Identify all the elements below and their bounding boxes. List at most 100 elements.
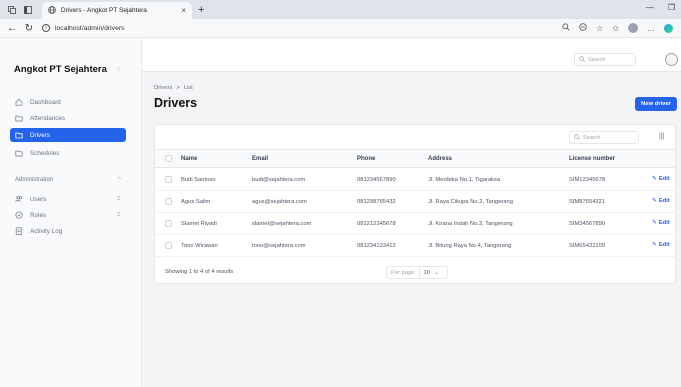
url-text: localhost/admin/drivers bbox=[55, 24, 125, 32]
column-toggle-icon[interactable]: ||| bbox=[659, 133, 664, 140]
sidebar-item-label: Dashboard bbox=[30, 98, 61, 106]
global-search-input[interactable]: Search bbox=[574, 53, 636, 66]
edit-link[interactable]: ✎ Edit bbox=[652, 176, 670, 182]
search-icon bbox=[579, 55, 585, 64]
column-header-license[interactable]: License number bbox=[569, 156, 615, 162]
edit-label: Edit bbox=[658, 242, 670, 248]
cell-license: SIM12345678 bbox=[569, 177, 606, 183]
sidebar-item-label: Roles bbox=[30, 211, 47, 219]
minimize-icon[interactable]: — bbox=[646, 3, 654, 12]
tab-actions-icon[interactable] bbox=[24, 5, 32, 14]
sidebar-collapse-icon[interactable]: ‹ bbox=[117, 63, 120, 73]
sidebar-item-schedules[interactable]: Schedules bbox=[10, 146, 126, 160]
favorites-icon[interactable]: ✩ bbox=[612, 24, 619, 33]
edit-link[interactable]: ✎ Edit bbox=[652, 198, 670, 204]
count-badge: 2 bbox=[116, 212, 120, 218]
back-arrow-icon[interactable]: ← bbox=[7, 23, 17, 34]
sidebar-item-activity-log[interactable]: Activity Log bbox=[10, 224, 126, 238]
cell-phone: 081212345678 bbox=[357, 221, 396, 227]
search-placeholder: Search bbox=[583, 134, 601, 141]
site-info-icon[interactable]: i bbox=[42, 24, 50, 32]
table-row[interactable]: Agus Salim agus@sejahtera.com 0812987654… bbox=[155, 191, 675, 213]
cell-name: Budi Santoso bbox=[181, 177, 216, 183]
cell-name: Agus Salim bbox=[181, 199, 211, 205]
sidebar-item-label: Drivers bbox=[30, 131, 50, 139]
row-checkbox[interactable] bbox=[165, 198, 172, 205]
new-driver-button[interactable]: New driver bbox=[635, 97, 677, 111]
edit-link[interactable]: ✎ Edit bbox=[652, 220, 670, 226]
window-controls: — ❐ bbox=[646, 3, 675, 12]
user-avatar[interactable] bbox=[665, 53, 678, 66]
breadcrumb-item-drivers[interactable]: Drivers bbox=[154, 85, 172, 91]
per-page-value: 10 bbox=[423, 269, 430, 276]
edit-icon: ✎ bbox=[652, 176, 657, 182]
zoom-icon[interactable] bbox=[562, 23, 570, 33]
cell-license: SIM65432109 bbox=[569, 243, 606, 249]
sidebar-item-roles[interactable]: Roles 2 bbox=[10, 208, 126, 222]
globe-icon bbox=[48, 5, 56, 16]
shield-icon bbox=[15, 211, 23, 219]
sidebar-item-attendances[interactable]: Attendances bbox=[10, 111, 126, 125]
browser-profile-icon[interactable] bbox=[628, 23, 638, 33]
sidebar-item-users[interactable]: Users 2 bbox=[10, 192, 126, 206]
more-icon[interactable]: … bbox=[647, 24, 655, 33]
select-all-checkbox[interactable] bbox=[165, 155, 172, 162]
folder-icon bbox=[15, 131, 23, 139]
sidebar-item-dashboard[interactable]: Dashboard bbox=[10, 95, 126, 109]
breadcrumb-separator: > bbox=[176, 85, 180, 91]
cell-email: agus@sejahtera.com bbox=[252, 199, 307, 205]
cell-phone: 081234123412 bbox=[357, 243, 396, 249]
row-checkbox[interactable] bbox=[165, 242, 172, 249]
table-header: Name Email Phone Address License number bbox=[155, 149, 675, 168]
log-icon bbox=[15, 227, 23, 235]
edit-icon: ✎ bbox=[652, 198, 657, 204]
maximize-icon[interactable]: ❐ bbox=[668, 3, 675, 12]
chevron-up-icon[interactable]: ^ bbox=[118, 177, 121, 183]
table-row[interactable]: Tono Wirawan tono@sejahtera.com 08123412… bbox=[155, 235, 675, 257]
sidebar-group-administration[interactable]: Administration bbox=[15, 177, 53, 183]
tab-close-icon[interactable]: × bbox=[181, 6, 186, 15]
cell-email: tono@sejahtera.com bbox=[252, 243, 306, 249]
column-header-name[interactable]: Name bbox=[181, 156, 197, 162]
read-aloud-icon[interactable] bbox=[579, 23, 587, 33]
row-checkbox[interactable] bbox=[165, 176, 172, 183]
sidebar-item-drivers[interactable]: Drivers bbox=[10, 128, 126, 142]
table-search-input[interactable]: Search bbox=[569, 131, 639, 144]
column-header-email[interactable]: Email bbox=[252, 156, 268, 162]
chevron-down-icon: ⌄ bbox=[433, 269, 439, 276]
cell-address: Jl. Kirana Indah No.3, Tangerang bbox=[428, 221, 513, 227]
cell-license: SIM87654321 bbox=[569, 199, 606, 205]
browser-toolbar: ☆ ✩ … bbox=[562, 23, 673, 33]
column-header-phone[interactable]: Phone bbox=[357, 156, 375, 162]
browser-tab-bar: Drivers - Angkot PT Sejahtera × + — ❐ bbox=[0, 0, 681, 19]
edit-link[interactable]: ✎ Edit bbox=[652, 242, 670, 248]
edit-label: Edit bbox=[658, 220, 670, 226]
row-checkbox[interactable] bbox=[165, 220, 172, 227]
sidebar-item-label: Schedules bbox=[30, 149, 60, 157]
app-topbar: Search bbox=[142, 38, 681, 72]
favorite-star-icon[interactable]: ☆ bbox=[596, 24, 603, 33]
edit-icon: ✎ bbox=[652, 220, 657, 226]
reload-icon[interactable]: ↻ bbox=[24, 23, 34, 34]
table-row[interactable]: Slamet Riyadi slamet@sejahtera.com 08121… bbox=[155, 213, 675, 235]
drivers-table-card: Search ||| Name Email Phone Address Lice… bbox=[154, 124, 676, 284]
tab-title: Drivers - Angkot PT Sejahtera bbox=[61, 7, 147, 14]
table-row[interactable]: Budi Santoso budi@sejahtera.com 08123456… bbox=[155, 169, 675, 191]
url-field[interactable]: i localhost/admin/drivers bbox=[42, 24, 125, 32]
copilot-icon[interactable] bbox=[664, 23, 673, 33]
new-tab-button[interactable]: + bbox=[198, 4, 204, 16]
per-page-select[interactable]: Per page 10 ⌄ bbox=[386, 266, 448, 279]
browser-tab-active[interactable]: Drivers - Angkot PT Sejahtera × bbox=[42, 2, 192, 19]
workspaces-icon[interactable] bbox=[8, 5, 16, 14]
edit-label: Edit bbox=[658, 176, 670, 182]
browser-address-bar: ← ↻ i localhost/admin/drivers ☆ ✩ … bbox=[0, 19, 681, 38]
pagination-summary: Showing 1 to 4 of 4 results bbox=[165, 269, 234, 275]
cell-phone: 081298765432 bbox=[357, 199, 396, 205]
folder-icon bbox=[15, 149, 23, 157]
sidebar-item-label: Attendances bbox=[30, 114, 66, 122]
cell-email: budi@sejahtera.com bbox=[252, 177, 306, 183]
column-header-address[interactable]: Address bbox=[428, 156, 452, 162]
edit-icon: ✎ bbox=[652, 242, 657, 248]
folder-icon bbox=[15, 114, 23, 122]
search-icon bbox=[574, 133, 580, 142]
